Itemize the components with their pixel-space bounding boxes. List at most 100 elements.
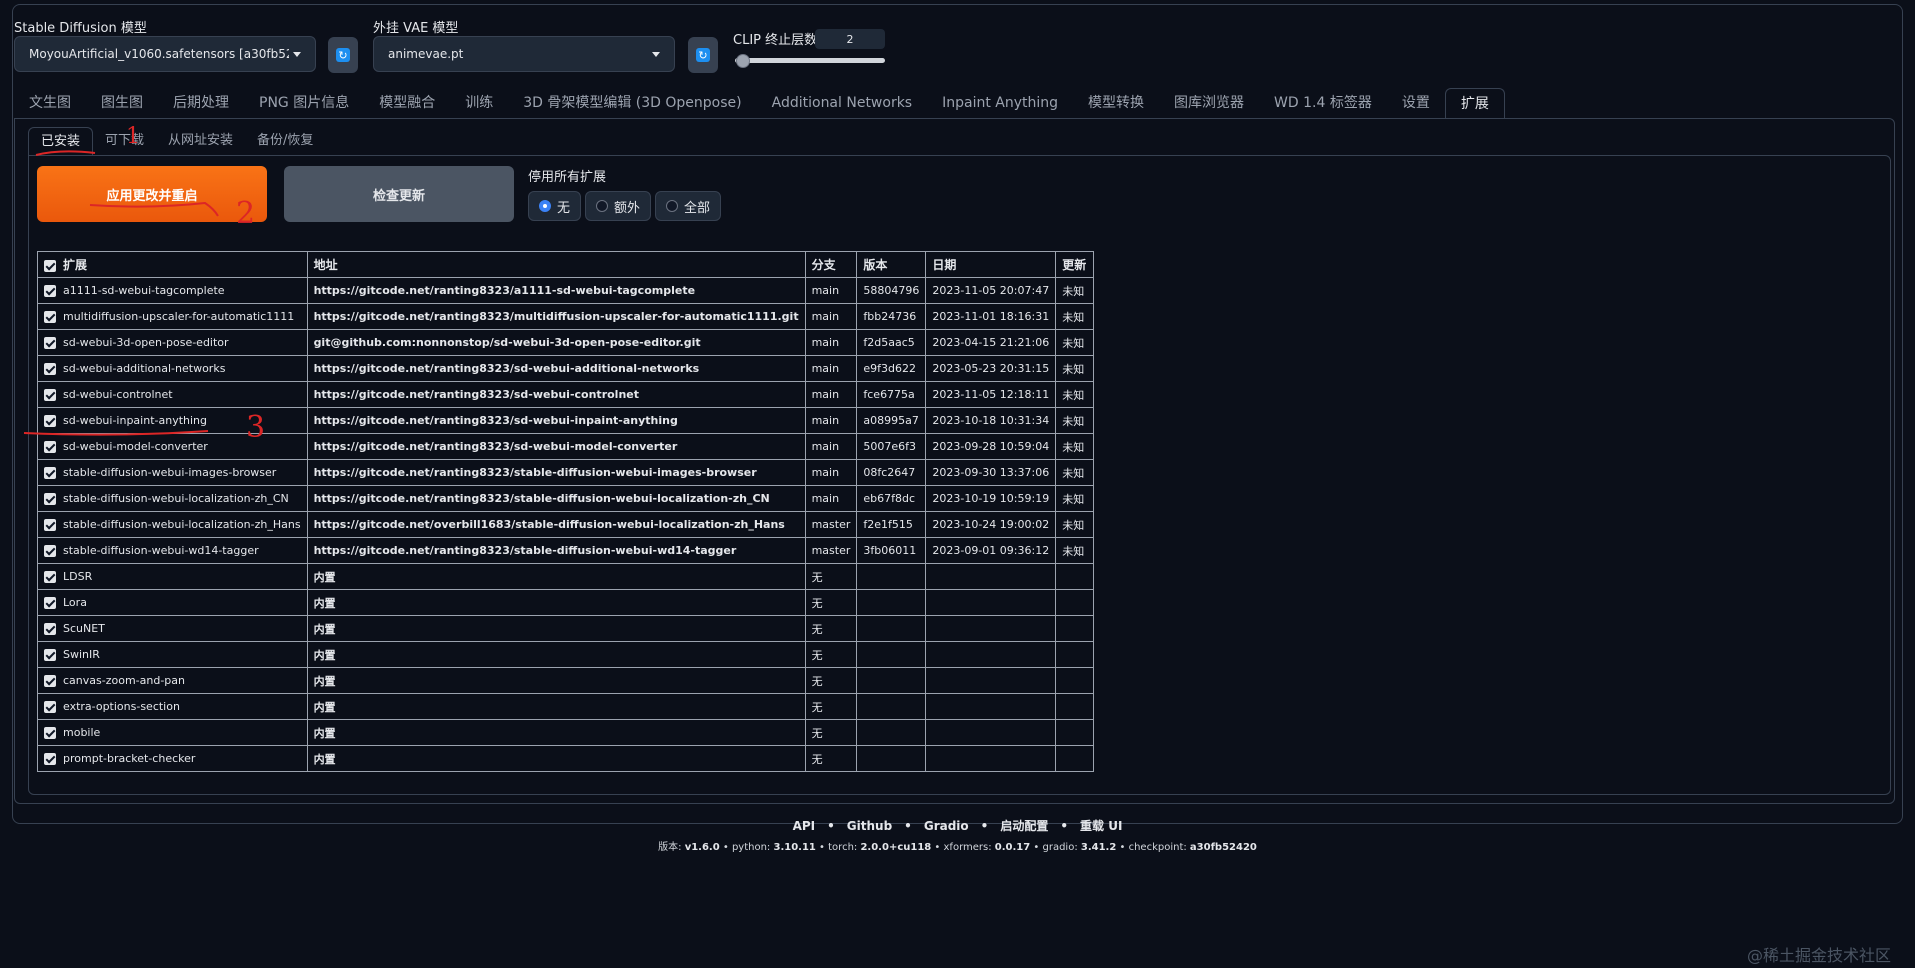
footer-link-4[interactable]: 启动配置 [1000,819,1048,833]
tab-wd-1-4[interactable]: WD 1.4 标签器 [1259,88,1387,118]
footer-link-3[interactable]: Gradio [924,819,969,833]
vae-select[interactable]: animevae.pt [373,36,675,72]
cell-value: main [811,388,840,401]
table-cell: 3fb06011 [856,537,927,564]
refresh-vae-button[interactable]: ↻ [688,37,718,73]
radio-option-1[interactable]: 无 [528,191,582,221]
extension-checkbox[interactable] [44,623,56,635]
subtab-1[interactable]: 已安装 [28,127,94,155]
footer-info-value: 2.0.0+cu118 [860,842,932,853]
disable-extensions-radio-group: 无 额外 全部 [528,191,722,221]
clip-number-input[interactable]: 2 [815,29,885,49]
cell-value: 2023-10-18 10:31:34 [932,414,1050,427]
footer-separator: • [904,819,912,833]
footer-info-key: torch: [828,842,861,853]
apply-and-restart-button[interactable]: 应用更改并重启 [37,166,267,222]
clip-slider-thumb[interactable] [736,54,750,68]
extension-checkbox[interactable] [44,415,56,427]
tab-item-1[interactable]: 图生图 [86,88,158,118]
extension-name: stable-diffusion-webui-localization-zh_C… [63,492,289,505]
table-cell [856,719,927,746]
cell-value: https://gitcode.net/ranting8323/multidif… [313,310,799,323]
extension-checkbox[interactable] [44,649,56,661]
extension-checkbox[interactable] [44,363,56,375]
subtab-2[interactable]: 可下载 [93,127,156,155]
tab-item-10[interactable]: 图库浏览器 [1159,88,1259,118]
tab-item-0[interactable]: 文生图 [14,88,86,118]
footer-separator: • [815,842,829,853]
radio-option-2[interactable]: 额外 [585,191,652,221]
tab-item-2[interactable]: 后期处理 [158,88,244,118]
extension-checkbox[interactable] [44,571,56,583]
extension-checkbox[interactable] [44,545,56,557]
annotation-number-2: 2 [236,196,256,231]
table-cell: 无 [804,667,858,694]
table-cell: 未知 [1055,355,1095,382]
tab-item-12[interactable]: 设置 [1387,88,1445,118]
cell-value: main [811,310,840,323]
table-row: sd-webui-additional-networks https://gitc… [37,355,1095,382]
extension-checkbox[interactable] [44,727,56,739]
subtab-3[interactable]: 从网址安装 [156,127,245,155]
tab-3d-3d-openpose[interactable]: 3D 骨架模型编辑 (3D Openpose) [508,88,756,118]
tab-additional-networks[interactable]: Additional Networks [757,88,927,118]
footer-separator: • [1030,842,1043,853]
tab-inpaint-anything[interactable]: Inpaint Anything [927,88,1073,118]
footer-link-5[interactable]: 重载 UI [1080,819,1122,833]
footer-link-1[interactable]: API [793,819,816,833]
check-updates-button[interactable]: 检查更新 [284,166,514,222]
header-label: 分支 [811,258,836,272]
cell-value: master [811,518,851,531]
table-cell: mobile [37,719,308,746]
footer-info-key: gradio: [1042,842,1081,853]
table-cell: https://gitcode.net/ranting8323/sd-webui… [306,355,806,382]
cell-value: 内置 [313,648,336,662]
radio-option-3[interactable]: 全部 [655,191,722,221]
table-cell: https://gitcode.net/ranting8323/stable-d… [306,537,806,564]
extension-checkbox[interactable] [44,675,56,687]
refresh-sd-model-button[interactable]: ↻ [328,37,358,73]
table-cell: stable-diffusion-webui-wd14-tagger [37,537,308,564]
extension-checkbox[interactable] [44,441,56,453]
tab-item-4[interactable]: 模型融合 [364,88,450,118]
sd-model-select[interactable]: MoyouArtificial_v1060.safetensors [a30fb… [14,36,316,72]
table-cell [925,563,1057,590]
tab-png[interactable]: PNG 图片信息 [244,88,364,118]
footer-link-2[interactable]: Github [847,819,892,833]
tab-item-13[interactable]: 扩展 [1444,88,1505,118]
table-cell: 2023-10-18 10:31:34 [925,407,1057,434]
cell-value: 无 [811,570,823,584]
subtab-4[interactable]: 备份/恢复 [245,127,325,155]
extension-checkbox[interactable] [44,311,56,323]
table-cell [856,745,927,772]
tab-item-9[interactable]: 模型转换 [1073,88,1159,118]
cell-value: f2e1f515 [863,518,913,531]
extension-checkbox[interactable] [44,701,56,713]
extension-checkbox[interactable] [44,493,56,505]
extension-checkbox[interactable] [44,467,56,479]
cell-value: fce6775a [863,388,915,401]
table-cell [1055,719,1095,746]
tab-item-5[interactable]: 训练 [450,88,508,118]
extension-checkbox[interactable] [44,285,56,297]
table-cell: 未知 [1055,329,1095,356]
extension-checkbox[interactable] [44,597,56,609]
table-row: stable-diffusion-webui-wd14-tagger https:… [37,537,1095,564]
header-label: 更新 [1062,258,1087,272]
table-cell: 内置 [306,693,806,720]
select-all-checkbox[interactable] [44,259,56,272]
table-cell: 2023-05-23 20:31:15 [925,355,1057,382]
extension-checkbox[interactable] [44,519,56,531]
extension-checkbox[interactable] [44,753,56,765]
table-cell: 无 [804,641,858,668]
table-cell: 内置 [306,719,806,746]
extension-checkbox[interactable] [44,337,56,349]
extension-checkbox[interactable] [44,389,56,401]
extension-name: prompt-bracket-checker [63,752,196,765]
clip-slider-track[interactable] [735,58,885,63]
table-cell: stable-diffusion-webui-localization-zh_C… [37,485,308,512]
table-cell: git@github.com:nonnonstop/sd-webui-3d-op… [306,329,806,356]
table-header-cell: 扩展 [37,251,308,278]
cell-value: f2d5aac5 [863,336,915,349]
cell-value: 未知 [1062,310,1085,324]
